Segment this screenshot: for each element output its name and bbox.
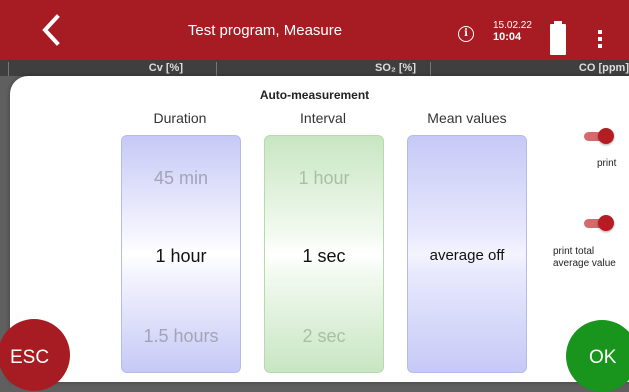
bg-column-header: Cv [%] — [8, 62, 213, 76]
more-vertical-icon[interactable] — [597, 30, 603, 52]
print-toggle[interactable] — [584, 128, 614, 144]
interval-selected[interactable]: 1 sec — [265, 246, 383, 267]
interval-label: Interval — [300, 110, 346, 126]
page-title: Test program, Measure — [187, 22, 343, 39]
print-label: print — [597, 158, 617, 169]
info-icon[interactable]: i — [458, 26, 474, 42]
ok-button[interactable]: OK — [566, 320, 629, 392]
duration-picker[interactable]: 45 min 1 hour 1.5 hours — [121, 135, 241, 373]
back-button[interactable] — [36, 12, 66, 48]
duration-prev-option[interactable]: 45 min — [122, 168, 240, 189]
date-text: 15.02.22 — [493, 20, 532, 31]
battery-icon — [550, 21, 566, 55]
top-bar: Test program, Measure i 15.02.22 10:04 — [0, 0, 629, 60]
print-total-average-label: print total average value — [553, 246, 616, 269]
duration-selected[interactable]: 1 hour — [122, 246, 240, 267]
bg-column-header: SO₂ [%] — [216, 62, 426, 76]
mean-values-label: Mean values — [427, 110, 507, 126]
duration-next-option[interactable]: 1.5 hours — [122, 326, 240, 347]
mean-values-picker[interactable]: average off — [407, 135, 527, 373]
ok-label: OK — [589, 347, 617, 368]
bg-column-header: CO [ppm] — [430, 62, 629, 76]
esc-button[interactable]: ESC — [0, 319, 70, 391]
time-text: 10:04 — [493, 31, 522, 43]
interval-picker[interactable]: 1 hour 1 sec 2 sec — [264, 135, 384, 373]
mean-values-selected[interactable]: average off — [408, 247, 526, 264]
dialog-title: Auto-measurement — [259, 88, 370, 102]
interval-prev-option[interactable]: 1 hour — [265, 168, 383, 189]
datetime: 15.02.22 10:04 — [493, 20, 532, 43]
back-icon — [42, 14, 60, 46]
interval-next-option[interactable]: 2 sec — [265, 326, 383, 347]
esc-label: ESC — [10, 347, 50, 368]
print-total-average-toggle[interactable] — [584, 215, 614, 231]
duration-label: Duration — [153, 110, 207, 126]
